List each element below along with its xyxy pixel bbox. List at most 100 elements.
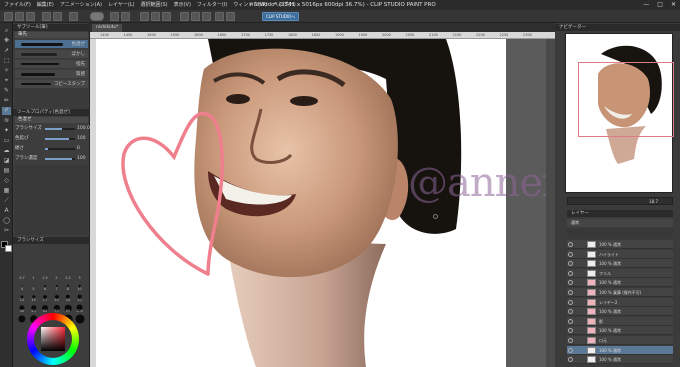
blend-mode-select[interactable]: 通常 — [567, 219, 673, 227]
eye-icon[interactable] — [90, 12, 104, 21]
layer-row[interactable]: 100 % 通常 — [567, 278, 673, 288]
brush-item[interactable]: 色混ぜ — [15, 40, 88, 49]
rotate-icon[interactable] — [215, 12, 224, 21]
property-brush-density[interactable]: ブラシ濃度 100 — [15, 155, 88, 163]
layer-row[interactable]: 100 % 通常 — [567, 345, 673, 355]
ruler-tool-icon[interactable]: ⟋ — [2, 197, 11, 205]
maximize-button[interactable]: □ — [657, 1, 663, 9]
snap-grid-icon[interactable] — [151, 12, 160, 21]
menu-edit[interactable]: 編集(E) — [37, 1, 54, 9]
balloon-tool-icon[interactable]: ◯ — [2, 217, 11, 225]
pen-tool-icon[interactable]: ✎ — [2, 87, 11, 95]
navigator-zoom-slider[interactable]: 18.7 — [567, 197, 673, 205]
text-tool-icon[interactable]: A — [2, 207, 11, 215]
command-bar: CLIP STUDIOへ — [0, 10, 680, 23]
vertical-scrollbar[interactable] — [546, 39, 555, 367]
layer-visibility-icon[interactable] — [568, 261, 573, 267]
redo-icon[interactable] — [53, 12, 62, 21]
layer-row[interactable]: 100 % 通常 — [567, 355, 673, 365]
layer-row[interactable]: フリル — [567, 268, 673, 278]
layer-visibility-icon[interactable] — [568, 270, 573, 276]
flip-icon[interactable] — [226, 12, 235, 21]
decoration-tool-icon[interactable]: ✦ — [2, 127, 11, 135]
open-file-icon[interactable] — [15, 12, 24, 21]
ruler-tick-label: 1500 — [147, 33, 156, 37]
property-color-stretch[interactable]: 色延び 100 — [15, 135, 88, 143]
brush-tool-icon[interactable]: ✐ — [2, 107, 11, 115]
snap-ruler-icon[interactable] — [140, 12, 149, 21]
layer-row[interactable]: 100 % 乗算 (操作不可) — [567, 288, 673, 297]
layer-visibility-icon[interactable] — [568, 309, 573, 315]
canvas-tab[interactable]: nishikido* — [92, 24, 123, 32]
layer-visibility-icon[interactable] — [568, 299, 573, 305]
transform-icon[interactable] — [110, 12, 119, 21]
close-button[interactable]: ✕ — [671, 1, 676, 9]
property-slider[interactable] — [45, 138, 75, 140]
menu-file[interactable]: ファイル(F) — [4, 1, 31, 9]
layer-row[interactable]: 100 % 通常 — [567, 307, 673, 317]
property-slider[interactable] — [45, 148, 75, 150]
brush-item[interactable]: ぼかし — [15, 50, 88, 59]
eyedropper-tool-icon[interactable]: ⌖ — [2, 77, 11, 85]
layer-visibility-icon[interactable] — [568, 242, 573, 247]
brush-size-value: 80 — [65, 309, 71, 313]
property-slider[interactable] — [45, 128, 75, 130]
pencil-tool-icon[interactable]: ✏ — [2, 97, 11, 105]
zoom-tool-icon[interactable]: ⌕ — [2, 27, 11, 35]
eraser-tool-icon[interactable]: ▭ — [2, 137, 11, 145]
layer-row[interactable]: レイヤー2 — [567, 297, 673, 307]
navigator-view-frame[interactable] — [578, 62, 674, 137]
brush-item[interactable]: 指先 — [15, 60, 88, 69]
layer-row[interactable]: ハイライト — [567, 249, 673, 259]
layer-visibility-icon[interactable] — [568, 251, 573, 257]
layer-visibility-icon[interactable] — [568, 318, 573, 324]
property-slider[interactable] — [45, 158, 75, 160]
property-brush-size[interactable]: ブラシサイズ 100.0 — [15, 125, 90, 133]
deselect-icon[interactable] — [121, 12, 130, 21]
menu-filter[interactable]: フィルター(I) — [197, 1, 227, 9]
operation-tool-icon[interactable]: ➚ — [2, 47, 11, 55]
undo-icon[interactable] — [42, 12, 51, 21]
layer-visibility-icon[interactable] — [568, 280, 573, 286]
property-hardness[interactable]: 硬さ 0 — [15, 145, 88, 153]
layer-visibility-icon[interactable] — [568, 347, 573, 353]
menu-selection[interactable]: 選択範囲(S) — [141, 1, 168, 9]
brush-size-cell[interactable]: 40 — [17, 309, 27, 324]
brush-item[interactable]: コピースタンプ — [15, 80, 88, 89]
layer-row[interactable]: 影 — [567, 316, 673, 326]
layer-row[interactable]: 100 % 通常 — [567, 326, 673, 336]
saturation-square[interactable] — [41, 327, 65, 351]
zoom-out-icon[interactable] — [191, 12, 200, 21]
auto-select-tool-icon[interactable]: ✧ — [2, 67, 11, 75]
menu-layer[interactable]: レイヤー(L) — [108, 1, 135, 9]
layer-visibility-icon[interactable] — [568, 328, 573, 334]
save-icon[interactable] — [26, 12, 35, 21]
frame-tool-icon[interactable]: ▦ — [2, 187, 11, 195]
gradient-tool-icon[interactable]: ▤ — [2, 167, 11, 175]
airbrush-tool-icon[interactable]: ≋ — [2, 117, 11, 125]
menu-animation[interactable]: アニメーション(A) — [60, 1, 102, 9]
clip-studio-button[interactable]: CLIP STUDIOへ — [262, 12, 300, 21]
fill-tool-icon[interactable]: ◪ — [2, 157, 11, 165]
layer-row[interactable]: 口元 — [567, 336, 673, 345]
brush-size-cell[interactable]: 100 — [75, 309, 85, 324]
snap-perspective-icon[interactable] — [162, 12, 171, 21]
minimize-button[interactable]: — — [643, 1, 649, 9]
layer-visibility-icon[interactable] — [568, 357, 573, 363]
layer-visibility-icon[interactable] — [568, 290, 573, 295]
fit-icon[interactable] — [202, 12, 211, 21]
zoom-in-icon[interactable] — [180, 12, 189, 21]
layer-row[interactable]: 100 % 通常 — [567, 240, 673, 249]
correction-tool-icon[interactable]: ✂ — [2, 227, 11, 235]
brush-item[interactable]: 質感 — [15, 70, 88, 79]
layer-row[interactable]: 100 % 通常 — [567, 259, 673, 269]
sub-color-swatch[interactable] — [5, 245, 12, 252]
new-file-icon[interactable] — [4, 12, 13, 21]
move-tool-icon[interactable]: ✥ — [2, 37, 11, 45]
figure-tool-icon[interactable]: ◇ — [2, 177, 11, 185]
blend-tool-icon[interactable]: ☁ — [2, 147, 11, 155]
layer-visibility-icon[interactable] — [568, 338, 573, 343]
selection-tool-icon[interactable]: ⬚ — [2, 57, 11, 65]
menu-view[interactable]: 表示(V) — [174, 1, 191, 9]
clear-icon[interactable] — [69, 12, 78, 21]
